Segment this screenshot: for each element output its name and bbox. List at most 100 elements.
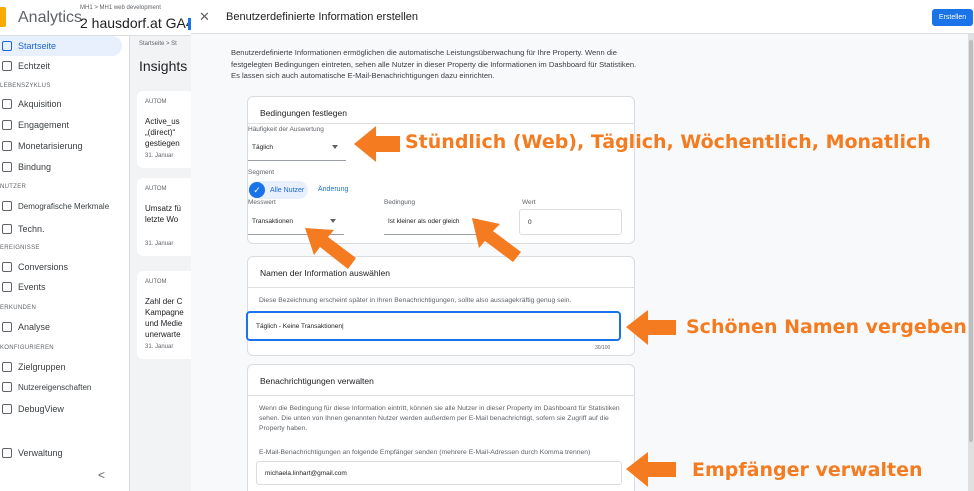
name-help-text: Diese Bezeichnung erscheint später in Ih… — [259, 297, 572, 304]
intro-text: Benutzerdefinierte Informationen ermögli… — [231, 48, 637, 80]
insight-text: Kampagne — [145, 308, 184, 317]
sidebar-item-echtzeit[interactable]: Echtzeit — [0, 56, 130, 76]
conditions-title: Bedingungen festlegen — [260, 108, 347, 118]
flag-icon — [2, 262, 12, 272]
insight-text: und Medie — [145, 319, 183, 328]
segment-change-link[interactable]: Änderung — [318, 186, 348, 193]
sidebar-item-debugview[interactable]: DebugView — [0, 399, 130, 419]
insight-date: 31. Januar — [145, 153, 174, 159]
insight-card[interactable]: AUTOM Umsatz fü letzte Wo 31. Januar — [137, 178, 191, 256]
retention-icon — [2, 162, 12, 172]
insights-title: Insights — [139, 58, 188, 74]
condition-select[interactable]: Ist kleiner als oder gleich — [384, 209, 486, 235]
frequency-select[interactable]: Täglich — [248, 135, 346, 161]
section-divider — [248, 123, 634, 124]
metric-label: Messwert — [248, 199, 276, 206]
scrollbar-thumb[interactable] — [969, 40, 973, 442]
tech-icon — [2, 224, 12, 234]
insight-card[interactable]: AUTOM Zahl der C Kampagne und Medie uner… — [137, 271, 191, 359]
sidebar-item-bindung[interactable]: Bindung — [0, 157, 130, 177]
sidebar-item-startseite[interactable]: Startseite — [0, 36, 122, 56]
value-label: Wert — [522, 199, 536, 206]
frequency-label: Häufigkeit der Auswertung — [248, 126, 324, 133]
segment-label: Segment — [248, 169, 275, 176]
gear-icon — [2, 448, 12, 458]
insight-date: 31. Januar — [145, 241, 174, 247]
nav-section-erkunden: ERKUNDEN — [0, 305, 37, 311]
recipients-input[interactable]: michaela.linhart@gmail.com — [256, 461, 622, 485]
sidebar-item-techn[interactable]: Techn. — [0, 219, 130, 239]
sidebar-item-demografie[interactable]: Demografische Merkmale — [0, 195, 130, 217]
frequency-value: Täglich — [252, 144, 273, 151]
chevron-down-icon — [330, 219, 336, 223]
insight-text: „(direct)“ — [145, 128, 176, 137]
sidebar-item-verwaltung[interactable]: Verwaltung — [0, 443, 130, 463]
insight-text: letzte Wo — [145, 215, 179, 224]
background-breadcrumb: Startseite > St — [139, 41, 177, 47]
sidebar-item-analyse[interactable]: Analyse — [0, 317, 130, 337]
sidebar-item-monetarisierung[interactable]: Monetarisierung — [0, 136, 130, 156]
section-divider — [248, 395, 634, 396]
acquisition-icon — [2, 99, 12, 109]
insight-date: 31. Januar — [145, 344, 174, 350]
account-breadcrumb[interactable]: MH1 > MH1 web development — [80, 5, 161, 11]
chevron-down-icon — [472, 219, 478, 223]
notifications-help-text: Wenn die Bedingung für diese Information… — [259, 405, 620, 432]
chevron-down-icon — [332, 145, 338, 149]
insight-card[interactable]: AUTOM Active_us „(direct)“ gestiegen 31.… — [137, 91, 191, 168]
events-icon — [2, 282, 12, 292]
sidebar-item-engagement[interactable]: Engagement — [0, 115, 130, 135]
nav-section-konfigurieren: KONFIGURIEREN — [0, 345, 54, 351]
insight-name-value: Täglich - Keine Transaktionen — [256, 322, 342, 330]
value-value: 0 — [528, 218, 532, 226]
sidebar-item-events[interactable]: Events — [0, 277, 130, 297]
annotation-frequency: Stündlich (Web), Täglich, Wöchentlich, M… — [405, 131, 931, 153]
name-section-title: Namen der Information auswählen — [260, 268, 390, 278]
collapse-sidebar-button[interactable]: < — [98, 468, 105, 482]
app-name: Analytics — [18, 9, 83, 26]
app-header: Analytics MH1 > MH1 web development 2 ha… — [0, 0, 200, 36]
clock-icon — [2, 61, 12, 71]
analytics-logo-icon — [0, 7, 6, 27]
insight-text: Zahl der C — [145, 297, 183, 306]
condition-value: Ist kleiner als oder gleich — [388, 218, 460, 225]
segment-chip[interactable]: ✓ Alle Nutzer — [248, 181, 308, 199]
metric-value: Transaktionen — [252, 218, 293, 225]
segment-value: Alle Nutzer — [270, 186, 305, 194]
recipients-label: E-Mail-Benachrichtigungen an folgende Em… — [259, 449, 591, 456]
insight-tag: AUTOM — [145, 186, 167, 192]
engagement-icon — [2, 120, 12, 130]
char-counter: 30/100 — [595, 345, 611, 351]
sidebar-item-conversions[interactable]: Conversions — [0, 257, 130, 277]
sidebar-item-akquisition[interactable]: Akquisition — [0, 94, 130, 114]
insight-name-input[interactable]: Täglich - Keine Transaktionen | — [246, 311, 621, 341]
sidebar-item-zielgruppen[interactable]: Zielgruppen — [0, 357, 130, 377]
annotation-recipients: Empfänger verwalten — [692, 459, 923, 481]
home-icon — [2, 41, 12, 51]
sidebar-item-nutzereigenschaften[interactable]: Nutzereigenschaften — [0, 376, 130, 398]
background-content: Startseite > St Insights AUTOM Active_us… — [131, 36, 191, 491]
recipients-value: michaela.linhart@gmail.com — [265, 469, 347, 477]
close-icon[interactable]: ✕ — [199, 9, 210, 25]
check-icon: ✓ — [249, 182, 265, 198]
insight-tag: AUTOM — [145, 99, 167, 105]
nav-section-nutzer: NUTZER — [0, 184, 27, 190]
insight-tag: AUTOM — [145, 279, 167, 285]
drawer-header: ✕ Benutzerdefinierte Information erstell… — [191, 0, 974, 34]
name-section: Namen der Information auswählen — [247, 256, 635, 356]
drawer-title: Benutzerdefinierte Information erstellen — [226, 11, 418, 23]
monetization-icon — [2, 141, 12, 151]
condition-label: Bedingung — [384, 199, 416, 206]
property-selector[interactable]: 2 hausdorf.at GA4 — [80, 15, 194, 31]
user-properties-icon — [2, 382, 12, 392]
insight-text: Umsatz fü — [145, 204, 182, 213]
create-button[interactable]: Erstellen — [932, 9, 973, 26]
audiences-icon — [2, 362, 12, 372]
value-input[interactable]: 0 — [519, 209, 622, 235]
insight-text: Active_us — [145, 117, 180, 126]
section-divider — [248, 287, 634, 288]
nav-section-ereignisse: EREIGNISSE — [0, 245, 40, 251]
notifications-title: Benachrichtigungen verwalten — [260, 376, 374, 386]
metric-select[interactable]: Transaktionen — [248, 209, 344, 235]
demographics-icon — [2, 201, 12, 211]
